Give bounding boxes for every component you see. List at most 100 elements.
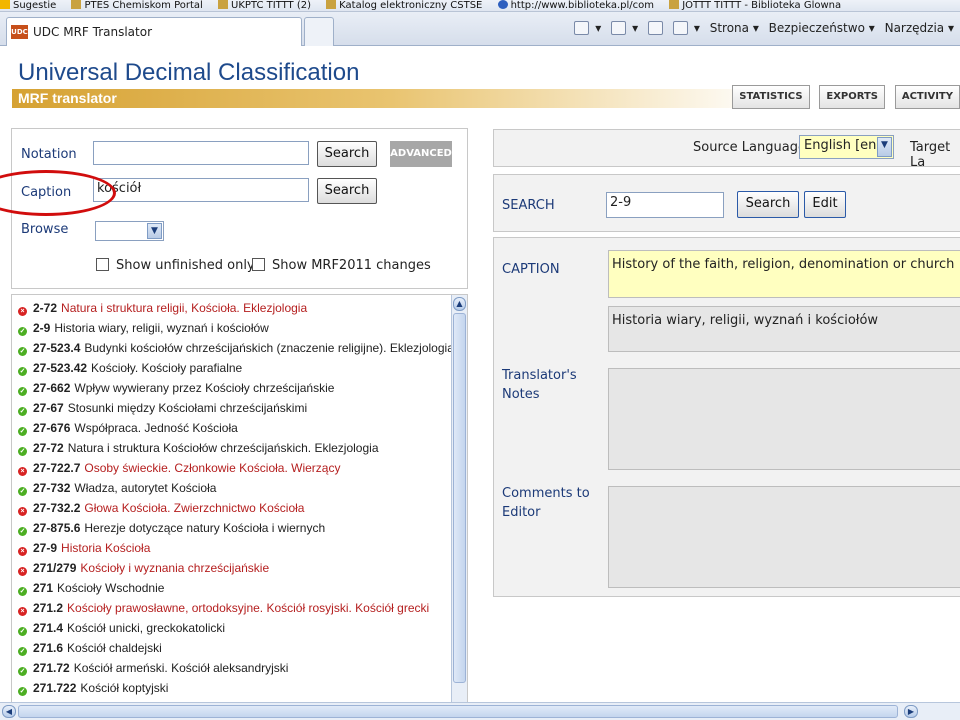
status-ok-icon: ✓ [18,347,27,356]
comments-to-editor-label: Comments to Editor [502,486,590,520]
favorite-item[interactable]: Katalog elektroniczny CSTSE [326,0,482,11]
source-language-select[interactable]: English [en] ▼ [799,135,894,159]
advanced-button[interactable]: ADVANCED [390,141,452,167]
scroll-thumb[interactable] [18,705,898,718]
home-icon[interactable] [574,20,590,35]
chevron-left-icon[interactable]: ◀ [2,705,16,718]
tab-row: UDC UDC MRF Translator ▾ ▾ ▾ Strona ▾ Be… [0,12,960,46]
ie-icon [497,0,508,9]
list-item[interactable]: ✓ 27-875.6 Herezje dotyczące natury Kościo… [18,519,325,537]
status-ok-icon: ✓ [18,387,27,396]
favorite-item[interactable]: JOTTT TITTT - Biblioteka Glowna [669,0,841,11]
list-item[interactable]: × 27-732.2 Głowa Kościoła. Zwierzchnictwo … [18,499,304,517]
results-list: × 2-72 Natura i struktura religii, Kościoł… [11,294,468,704]
security-menu[interactable]: Bezpieczeństwo ▾ [769,21,875,35]
list-item[interactable]: ✓ 27-72 Natura i struktura Kościołów chrze… [18,439,379,457]
status-ok-icon: ✓ [18,527,27,536]
list-item[interactable]: ✓ 27-732 Władza, autorytet Kościoła [18,479,216,497]
list-item[interactable]: ✓ 27-662 Wpływ wywierany przez Kościoły ch… [18,379,334,397]
status-ok-icon: ✓ [18,627,27,636]
chevron-down-icon: ▼ [877,137,892,157]
status-ok-icon: ✓ [18,367,27,376]
print-icon[interactable] [672,20,688,35]
app-subtitle: MRF translator [18,90,117,106]
mrf2011-changes-checkbox[interactable] [252,258,265,271]
status-error-icon: × [18,467,27,476]
star-icon [0,0,10,9]
page-menu[interactable]: Strona ▾ [710,21,759,35]
list-item[interactable]: × 27-722.7 Osoby świeckie. Członkowie Kośc… [18,459,340,477]
list-item[interactable]: × 2-72 Natura i struktura religii, Kościoł… [18,299,307,317]
chevron-down-icon[interactable]: ▾ [595,21,601,35]
caption-source-field: History of the faith, religion, denomina… [608,250,960,298]
browse-select[interactable]: ▼ [95,221,164,241]
favorite-item[interactable]: UKPTC TITTT (2) [218,0,311,11]
translator-notes-label: Translator's Notes [502,368,577,402]
caption-section-label: CAPTION [502,262,560,277]
chevron-down-icon[interactable]: ▾ [632,21,638,35]
feeds-icon[interactable] [611,20,627,35]
mrf2011-changes-label: Show MRF2011 changes [272,258,431,273]
unfinished-checkbox[interactable] [96,258,109,271]
list-item[interactable]: ✓ 271.6 Kościół chaldejski [18,639,162,657]
caption-translation-field[interactable]: Historia wiary, religii, wyznań i kościo… [608,306,960,352]
list-item[interactable]: × 27-9 Historia Kościoła [18,539,150,557]
status-ok-icon: ✓ [18,487,27,496]
command-bar: ▾ ▾ ▾ Strona ▾ Bezpieczeństwo ▾ Narzędzi… [574,20,960,40]
unfinished-label: Show unfinished only [116,258,255,273]
translation-editor: CAPTION History of the faith, religion, … [493,237,960,597]
exports-button[interactable]: EXPORTS [819,85,886,109]
tab-title: UDC MRF Translator [33,25,153,39]
status-ok-icon: ✓ [18,327,27,336]
caption-input[interactable]: kościół [93,178,309,202]
editor-search-button[interactable]: Search [737,191,799,218]
notation-input[interactable] [93,141,309,165]
status-ok-icon: ✓ [18,687,27,696]
scroll-thumb[interactable] [453,313,466,683]
notation-search-input[interactable]: 2-9 [606,192,724,218]
chevron-down-icon: ▼ [147,223,162,239]
status-error-icon: × [18,607,27,616]
status-error-icon: × [18,307,27,316]
favorite-item[interactable]: Sugestie [0,0,56,11]
status-ok-icon: ✓ [18,647,27,656]
list-item[interactable]: ✓ 27-676 Współpraca. Jedność Kościoła [18,419,238,437]
edit-button[interactable]: Edit [804,191,846,218]
list-item[interactable]: ✓ 271 Kościoły Wschodnie [18,579,164,597]
status-error-icon: × [18,507,27,516]
mail-icon[interactable] [648,20,664,35]
notation-search-button[interactable]: Search [317,141,377,167]
favorite-item[interactable]: http://www.biblioteka.pl/com [497,0,654,11]
chevron-up-icon[interactable]: ▲ [453,297,466,311]
list-item[interactable]: × 271/279 Kościoły i wyznania chrześcijańs… [18,559,269,577]
translator-notes-field[interactable] [608,368,960,470]
list-item[interactable]: ✓ 2-9 Historia wiary, religii, wyznań i ko… [18,319,269,337]
list-item[interactable]: ✓ 271.722 Kościół koptyjski [18,679,168,697]
page-horizontal-scrollbar[interactable]: ◀ ▶ [0,702,960,720]
language-bar: Source Language English [en] ▼ Target La [493,129,960,170]
status-ok-icon: ✓ [18,427,27,436]
list-item[interactable]: ✓ 27-67 Stosunki między Kościołami chrześc… [18,399,307,417]
new-tab-button[interactable] [304,17,334,46]
comments-to-editor-field[interactable] [608,486,960,588]
list-item[interactable]: ✓ 271.72 Kościół armeński. Kościół aleksan… [18,659,288,677]
results-scrollbar[interactable]: ▲ [451,295,467,703]
tools-menu[interactable]: Narzędzia ▾ [885,21,954,35]
target-language-label: Target La [910,140,951,170]
activity-button[interactable]: ACTIVITY [894,85,960,109]
list-item[interactable]: × 271.2 Kościoły prawosławne, ortodoksyjne… [18,599,429,617]
page-icon [71,0,82,9]
list-item[interactable]: ✓ 27-523.4 Budynki kościołów chrześcijańsk… [18,339,454,357]
statistics-button[interactable]: STATISTICS [732,85,810,109]
source-language-label: Source Language [693,140,806,155]
favorite-item[interactable]: PTES Chemiskom Portal [71,0,203,11]
list-item[interactable]: ✓ 27-523.42 Kościoły. Kościoły parafialne [18,359,242,377]
list-item[interactable]: ✓ 271.4 Kościół unicki, greckokatolicki [18,619,225,637]
browser-tab-active[interactable]: UDC UDC MRF Translator [6,17,302,46]
chevron-down-icon[interactable]: ▾ [694,21,700,35]
status-ok-icon: ✓ [18,667,27,676]
chevron-right-icon[interactable]: ▶ [904,705,918,718]
caption-search-button[interactable]: Search [317,178,377,204]
page-icon [218,0,229,9]
status-ok-icon: ✓ [18,587,27,596]
